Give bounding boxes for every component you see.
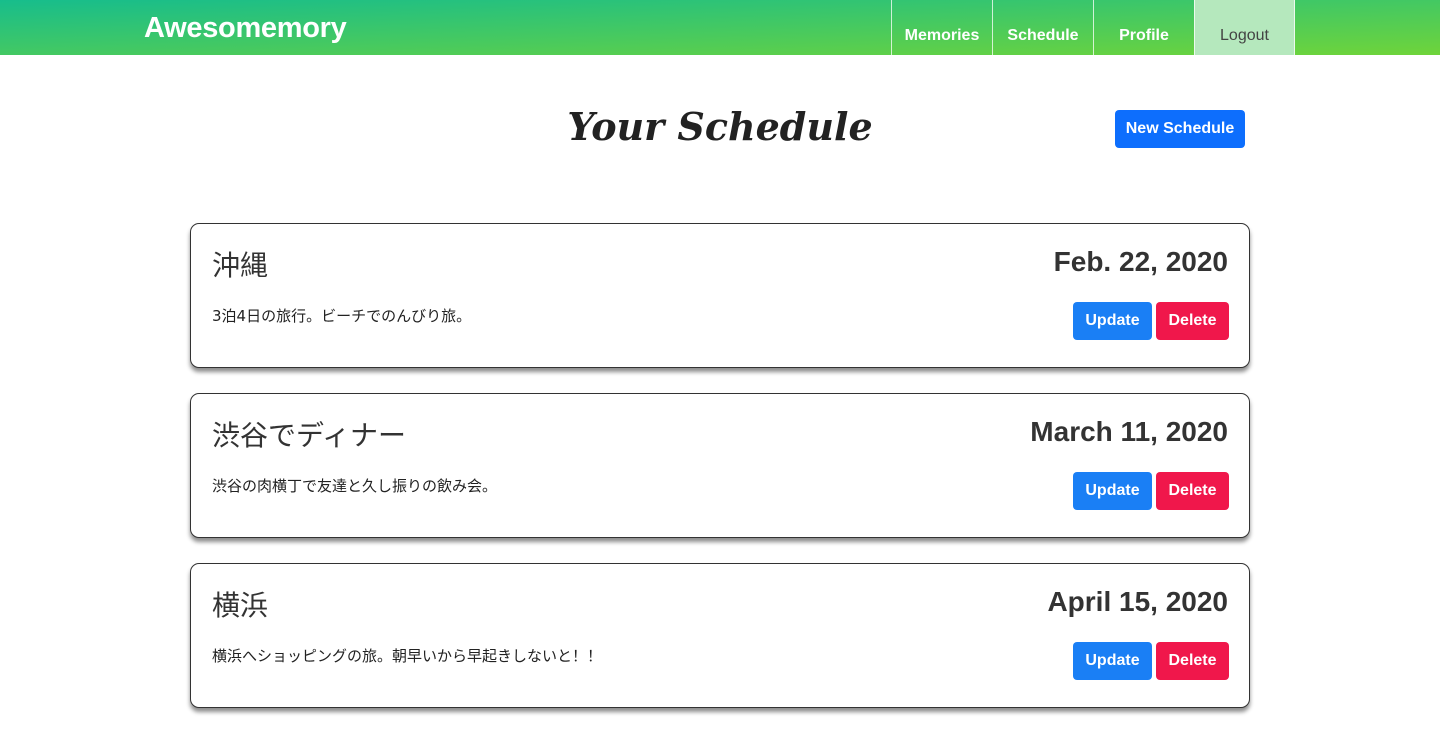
update-button[interactable]: Update bbox=[1073, 642, 1152, 680]
delete-button[interactable]: Delete bbox=[1156, 302, 1229, 340]
schedule-title: 横浜 bbox=[212, 589, 269, 622]
nav-menu: Memories Schedule Profile Logout bbox=[891, 0, 1295, 55]
schedule-card: 沖縄 Feb. 22, 2020 3泊4日の旅行。ビーチでのんびり旅。 Upda… bbox=[190, 223, 1250, 368]
nav-item-memories[interactable]: Memories bbox=[891, 0, 992, 55]
schedule-description: 3泊4日の旅行。ビーチでのんびり旅。 bbox=[212, 307, 472, 325]
schedule-description: 渋谷の肉横丁で友達と久し振りの飲み会。 bbox=[212, 477, 498, 495]
schedule-actions: Update Delete bbox=[1073, 642, 1229, 680]
nav-item-schedule[interactable]: Schedule bbox=[992, 0, 1093, 55]
navbar: Awesomemory Memories Schedule Profile Lo… bbox=[0, 0, 1440, 55]
schedule-actions: Update Delete bbox=[1073, 302, 1229, 340]
delete-button[interactable]: Delete bbox=[1156, 472, 1229, 510]
new-schedule-button[interactable]: New Schedule bbox=[1115, 110, 1245, 148]
schedule-title: 沖縄 bbox=[212, 249, 269, 282]
schedule-date: Feb. 22, 2020 bbox=[1053, 246, 1228, 277]
update-button[interactable]: Update bbox=[1073, 302, 1152, 340]
brand-logo[interactable]: Awesomemory bbox=[144, 12, 347, 45]
schedule-card: 横浜 April 15, 2020 横浜へショッピングの旅。朝早いから早起きしな… bbox=[190, 563, 1250, 708]
schedule-title: 渋谷でディナー bbox=[212, 419, 407, 452]
schedule-card: 渋谷でディナー March 11, 2020 渋谷の肉横丁で友達と久し振りの飲み… bbox=[190, 393, 1250, 538]
nav-item-profile[interactable]: Profile bbox=[1093, 0, 1194, 55]
delete-button[interactable]: Delete bbox=[1156, 642, 1229, 680]
update-button[interactable]: Update bbox=[1073, 472, 1152, 510]
schedule-description: 横浜へショッピングの旅。朝早いから早起きしないと！！ bbox=[212, 647, 603, 665]
schedule-date: March 11, 2020 bbox=[1030, 416, 1228, 447]
schedule-date: April 15, 2020 bbox=[1047, 586, 1228, 617]
nav-item-logout[interactable]: Logout bbox=[1194, 0, 1295, 55]
schedule-actions: Update Delete bbox=[1073, 472, 1229, 510]
